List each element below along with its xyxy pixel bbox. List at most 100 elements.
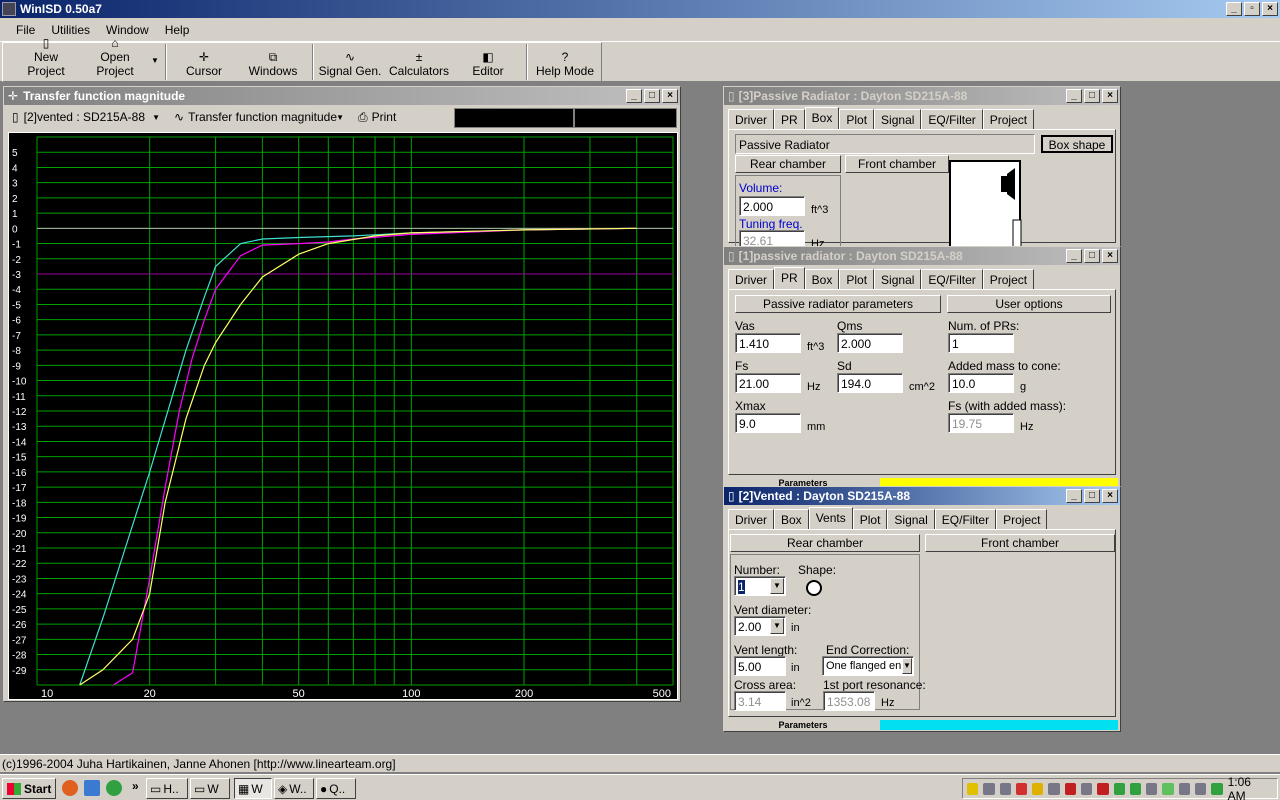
rear-chamber-button[interactable]: Rear chamber: [735, 155, 841, 173]
pr1-minimize-button[interactable]: _: [1066, 249, 1082, 263]
speaker-tray-icon[interactable]: [983, 782, 995, 795]
vented-titlebar[interactable]: ▯ [2]Vented : Dayton SD215A-88 _ □ ×: [724, 487, 1120, 505]
pr-parameters-button[interactable]: Passive radiator parameters: [735, 295, 941, 313]
box-type-select[interactable]: Passive Radiator: [735, 134, 1035, 154]
volume-input[interactable]: 2.000: [739, 196, 805, 216]
pr3-minimize-button[interactable]: _: [1066, 89, 1082, 103]
tab-pr[interactable]: PR: [774, 109, 805, 129]
num-prs-input[interactable]: 1: [948, 333, 1014, 353]
tab-signal[interactable]: Signal: [874, 109, 922, 129]
calculators-button[interactable]: ± Calculators: [388, 46, 450, 80]
minimize-button[interactable]: _: [1226, 2, 1242, 16]
tab-pr[interactable]: PR: [774, 267, 805, 289]
print-button[interactable]: ⎙ Print: [354, 108, 414, 126]
round-vent-shape-icon[interactable]: [806, 580, 822, 596]
tab-eq-filter[interactable]: EQ/Filter: [921, 109, 983, 129]
vented-close-button[interactable]: ×: [1102, 489, 1118, 503]
warning-icon[interactable]: [967, 782, 979, 795]
plot-area[interactable]: 5 4 3 2 1 0 -1 -2 -3 -4 -5 -6 -7 -8 -9 -10 -11 -12 -13 -14-…: [8, 132, 678, 700]
close-button[interactable]: ×: [1262, 2, 1278, 16]
tray-icon[interactable]: [1194, 782, 1207, 795]
number-select[interactable]: 1 ▼: [734, 576, 786, 596]
task-w2[interactable]: ◈ W..: [274, 778, 314, 799]
pr1-titlebar[interactable]: ▯ [1]passive radiator : Dayton SD215A-88…: [724, 247, 1120, 265]
open-project-button[interactable]: ⌂ Open Project: [82, 36, 148, 80]
tray-icon[interactable]: [1146, 782, 1158, 795]
shield-icon[interactable]: [1032, 782, 1044, 795]
menu-file[interactable]: File: [8, 21, 43, 39]
help-mode-button[interactable]: ? Help Mode: [534, 46, 596, 80]
firefox-icon[interactable]: [62, 780, 78, 796]
fs-input[interactable]: 21.00: [735, 373, 801, 393]
graph-type-select[interactable]: ∿ Transfer function magnitude ▼: [170, 108, 346, 126]
tab-signal[interactable]: Signal: [874, 269, 922, 289]
tab-plot[interactable]: Plot: [839, 109, 875, 129]
task-winisd[interactable]: ▦ W: [234, 778, 272, 799]
lan-icon[interactable]: [1129, 782, 1142, 795]
transfer-function-chart[interactable]: 543210-1-2-3-4-5-6-7-8-9-10-11-12-13-14-…: [9, 133, 677, 700]
vent-diameter-select[interactable]: 2.00 ▼: [734, 616, 786, 636]
project-select[interactable]: ▯ [2]vented : SD215A-88 ▼: [8, 108, 162, 126]
pr3-titlebar[interactable]: ▯ [3]Passive Radiator : Dayton SD215A-88…: [724, 87, 1120, 105]
tab-project[interactable]: Project: [982, 269, 1035, 289]
pr3-close-button[interactable]: ×: [1102, 89, 1118, 103]
new-project-button[interactable]: ▯ New Project: [14, 36, 78, 80]
sd-input[interactable]: 194.0: [837, 373, 903, 393]
chart-close-button[interactable]: ×: [662, 89, 678, 103]
qms-input[interactable]: 2.000: [837, 333, 903, 353]
front-chamber-button[interactable]: Front chamber: [925, 534, 1115, 552]
tab-box[interactable]: Box: [804, 107, 840, 129]
quicklaunch-icon[interactable]: [84, 780, 100, 796]
tray-icon[interactable]: [1080, 782, 1093, 795]
chart-minimize-button[interactable]: _: [626, 89, 642, 103]
tab-signal[interactable]: Signal: [887, 509, 935, 529]
cursor-button[interactable]: ✛ Cursor: [174, 46, 234, 80]
pr1-close-button[interactable]: ×: [1102, 249, 1118, 263]
vented-maximize-button[interactable]: □: [1084, 489, 1100, 503]
menu-utilities[interactable]: Utilities: [43, 21, 98, 39]
menu-window[interactable]: Window: [98, 21, 157, 39]
tab-project[interactable]: Project: [982, 109, 1035, 129]
tray-icon[interactable]: [1097, 782, 1109, 795]
box-shape-button[interactable]: Box shape: [1041, 135, 1113, 153]
tab-plot[interactable]: Plot: [852, 509, 888, 529]
nvidia-icon[interactable]: [1211, 782, 1223, 795]
pr3-maximize-button[interactable]: □: [1084, 89, 1100, 103]
network-icon[interactable]: [1064, 782, 1076, 795]
rear-chamber-button[interactable]: Rear chamber: [730, 534, 920, 552]
vented-minimize-button[interactable]: _: [1066, 489, 1082, 503]
tab-driver[interactable]: Driver: [728, 269, 774, 289]
tab-driver[interactable]: Driver: [728, 509, 774, 529]
xmax-input[interactable]: 9.0: [735, 413, 801, 433]
added-mass-input[interactable]: 10.0: [948, 373, 1014, 393]
front-chamber-button[interactable]: Front chamber: [845, 155, 949, 173]
end-correction-select[interactable]: One flanged en ▼: [822, 656, 914, 676]
tray-icon[interactable]: [1178, 782, 1190, 795]
vent-length-input[interactable]: 5.00: [734, 656, 786, 676]
tray-icon[interactable]: [999, 782, 1011, 795]
tray-icon[interactable]: [1113, 782, 1125, 795]
editor-button[interactable]: ◧ Editor: [462, 46, 514, 80]
chart-window-titlebar[interactable]: ✛ Transfer function magnitude _ □ ×: [4, 87, 680, 105]
tray-icon[interactable]: [1048, 782, 1060, 795]
tab-eq-filter[interactable]: EQ/Filter: [934, 509, 997, 529]
start-button[interactable]: Start: [2, 778, 56, 799]
vas-input[interactable]: 1.410: [735, 333, 801, 353]
tab-plot[interactable]: Plot: [839, 269, 875, 289]
tab-eq-filter[interactable]: EQ/Filter: [921, 269, 983, 289]
pr1-maximize-button[interactable]: □: [1084, 249, 1100, 263]
user-options-button[interactable]: User options: [947, 295, 1111, 313]
tab-box[interactable]: Box: [774, 509, 809, 529]
tab-driver[interactable]: Driver: [728, 109, 774, 129]
task-folder-w[interactable]: ▭ W: [190, 778, 230, 799]
tab-vents[interactable]: Vents: [808, 507, 853, 529]
chart-maximize-button[interactable]: □: [644, 89, 660, 103]
tab-box[interactable]: Box: [804, 269, 840, 289]
windows-button[interactable]: ⧉ Windows: [242, 46, 304, 80]
tab-project[interactable]: Project: [996, 509, 1048, 529]
task-q[interactable]: ● Q..: [316, 778, 356, 799]
restore-button[interactable]: ▫: [1244, 2, 1260, 16]
task-folder-h[interactable]: ▭ H..: [146, 778, 188, 799]
quicklaunch-chevron-icon[interactable]: »: [132, 779, 139, 793]
menu-help[interactable]: Help: [157, 21, 198, 39]
